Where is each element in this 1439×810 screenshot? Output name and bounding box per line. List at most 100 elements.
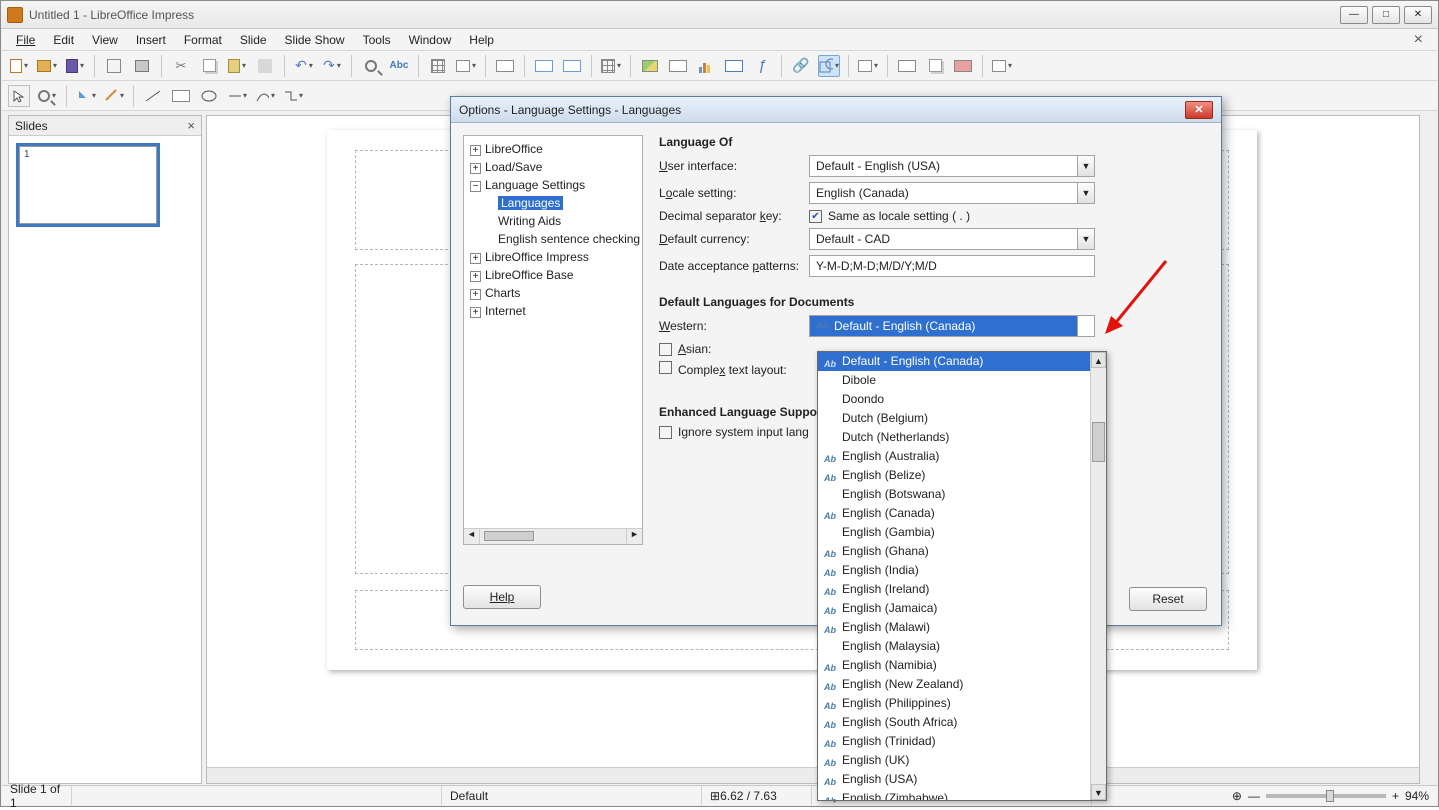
slides-panel-close-icon[interactable]: × [187,118,195,133]
tree-libreoffice[interactable]: LibreOffice [485,142,543,156]
dropdown-item[interactable]: AbEnglish (Australia) [818,447,1090,466]
undo-button[interactable]: ↶▾ [293,55,315,77]
help-button[interactable]: Help [463,585,541,609]
dropdown-item[interactable]: English (Gambia) [818,523,1090,542]
document-close-icon[interactable]: × [1414,31,1431,49]
master-slide-button[interactable] [494,55,516,77]
ellipse-tool-button[interactable] [198,85,220,107]
insert-table-button[interactable]: ▾ [600,55,622,77]
dropdown-item[interactable]: AbEnglish (Jamaica) [818,599,1090,618]
print-button[interactable] [131,55,153,77]
insert-chart-button[interactable] [695,55,717,77]
dropdown-item[interactable]: AbEnglish (Malawi) [818,618,1090,637]
zoom-in-icon[interactable]: + [1392,789,1399,803]
select-tool-button[interactable] [8,85,30,107]
tree-language-settings[interactable]: Language Settings [485,178,585,192]
zoom-slider[interactable] [1266,794,1386,798]
lines-arrows-button[interactable]: ▾ [226,85,248,107]
menu-edit[interactable]: Edit [45,31,82,49]
zoom-value[interactable]: 94% [1405,789,1429,803]
menu-slideshow[interactable]: Slide Show [277,31,353,49]
tree-charts[interactable]: Charts [485,286,520,300]
tree-base[interactable]: LibreOffice Base [485,268,574,282]
insert-textbox-button[interactable] [723,55,745,77]
dropdown-item[interactable]: Doondo [818,390,1090,409]
insert-image-button[interactable] [639,55,661,77]
line-color-button[interactable]: ▾ [103,85,125,107]
locale-select[interactable]: English (Canada)▼ [809,182,1095,204]
ignore-input-lang[interactable]: Ignore system input lang [659,425,809,439]
slide-layout-button[interactable]: ▾ [857,55,879,77]
dropdown-item[interactable]: AbEnglish (Ireland) [818,580,1090,599]
scroll-up-icon[interactable]: ▲ [1091,352,1106,368]
fill-color-button[interactable]: ▾ [75,85,97,107]
tree-writing-aids[interactable]: Writing Aids [498,214,561,228]
reset-button[interactable]: Reset [1129,587,1207,611]
dropdown-item-selected[interactable]: AbDefault - English (Canada) [818,352,1090,371]
dropdown-item[interactable]: Dutch (Belgium) [818,409,1090,428]
decimal-checkbox[interactable]: ✔ Same as locale setting ( . ) [809,209,970,223]
ctl-checkbox[interactable] [659,361,672,374]
date-patterns-input[interactable]: Y-M-D;M-D;M/D/Y;M/D [809,255,1095,277]
ui-select[interactable]: Default - English (USA)▼ [809,155,1095,177]
start-current-button[interactable] [561,55,583,77]
options-tree[interactable]: +LibreOffice +Load/Save −Language Settin… [463,135,643,545]
paste-button[interactable]: ▾ [226,55,248,77]
western-dropdown-list[interactable]: AbDefault - English (Canada)DiboleDoondo… [817,351,1107,801]
dropdown-item[interactable]: Dibole [818,371,1090,390]
menu-insert[interactable]: Insert [128,31,174,49]
scroll-thumb[interactable] [1092,422,1105,462]
slide-thumbnail-1[interactable]: 1 [19,146,157,224]
dropdown-scrollbar[interactable]: ▲ ▼ [1090,352,1106,800]
copy-button[interactable] [198,55,220,77]
dropdown-item[interactable]: AbEnglish (Trinidad) [818,732,1090,751]
dropdown-item[interactable]: AbEnglish (Philippines) [818,694,1090,713]
dropdown-item[interactable]: AbEnglish (Zimbabwe) [818,789,1090,800]
dropdown-item[interactable]: AbEnglish (USA) [818,770,1090,789]
tree-eng-sentence[interactable]: English sentence checking [498,232,640,246]
dropdown-item[interactable]: AbEnglish (New Zealand) [818,675,1090,694]
new-slide-button[interactable] [896,55,918,77]
rectangle-tool-button[interactable] [170,85,192,107]
scroll-down-icon[interactable]: ▼ [1091,784,1106,800]
menu-file[interactable]: File [8,31,43,49]
insert-av-button[interactable] [667,55,689,77]
dropdown-item[interactable]: Dutch (Netherlands) [818,428,1090,447]
export-pdf-button[interactable] [103,55,125,77]
delete-slide-button[interactable] [952,55,974,77]
shapes-button[interactable]: ▾ [818,55,840,77]
open-button[interactable]: ▾ [36,55,58,77]
asian-checkbox[interactable] [659,343,672,356]
display-grid-button[interactable] [427,55,449,77]
spellcheck-button[interactable]: Abc [388,55,410,77]
maximize-button[interactable]: □ [1372,6,1400,24]
dropdown-item[interactable]: AbEnglish (Belize) [818,466,1090,485]
dropdown-item[interactable]: AbEnglish (Canada) [818,504,1090,523]
insert-hyperlink-button[interactable]: 🔗 [790,55,812,77]
menu-window[interactable]: Window [401,31,460,49]
dropdown-item[interactable]: AbEnglish (Ghana) [818,542,1090,561]
display-views-button[interactable]: ▾ [455,55,477,77]
clone-formatting-button[interactable] [254,55,276,77]
interaction-button[interactable]: ▾ [991,55,1013,77]
dropdown-item[interactable]: AbEnglish (India) [818,561,1090,580]
new-button[interactable]: ▾ [8,55,30,77]
save-button[interactable]: ▾ [64,55,86,77]
dropdown-item[interactable]: AbEnglish (Namibia) [818,656,1090,675]
dropdown-item[interactable]: English (Botswana) [818,485,1090,504]
close-button[interactable]: ✕ [1404,6,1432,24]
horizontal-scrollbar[interactable] [207,767,1420,783]
menu-format[interactable]: Format [176,31,230,49]
find-button[interactable] [360,55,382,77]
menu-help[interactable]: Help [461,31,502,49]
tree-languages[interactable]: Languages [498,196,563,210]
duplicate-slide-button[interactable] [924,55,946,77]
dropdown-item[interactable]: AbEnglish (South Africa) [818,713,1090,732]
tree-impress[interactable]: LibreOffice Impress [485,250,589,264]
sidebar-tabs[interactable] [1419,115,1437,784]
tree-internet[interactable]: Internet [485,304,526,318]
fit-page-icon[interactable]: ⊕ [1232,789,1242,803]
menu-slide[interactable]: Slide [232,31,275,49]
dropdown-item[interactable]: English (Malaysia) [818,637,1090,656]
redo-button[interactable]: ↷▾ [321,55,343,77]
